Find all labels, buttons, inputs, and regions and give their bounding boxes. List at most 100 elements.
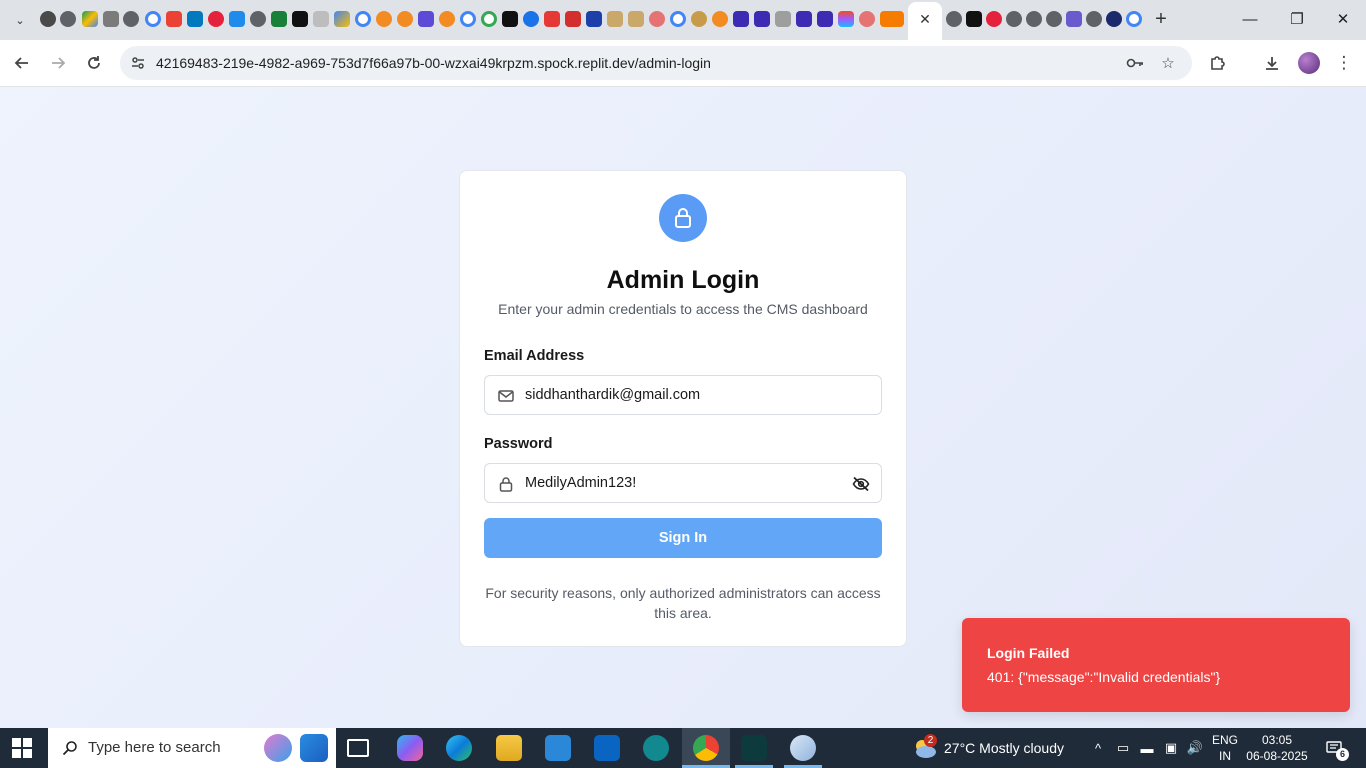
back-icon[interactable] xyxy=(11,52,33,74)
kebab-menu-icon[interactable]: ⋮ xyxy=(1333,52,1355,74)
tab-favicon[interactable] xyxy=(946,11,962,27)
new-tab-button[interactable]: + xyxy=(1150,8,1172,30)
clock[interactable]: 03:05 06-08-2025 xyxy=(1244,732,1310,764)
store-icon[interactable] xyxy=(545,735,571,761)
search-icon xyxy=(60,738,80,758)
file-explorer-icon[interactable] xyxy=(496,735,522,761)
windows-start-icon[interactable] xyxy=(12,738,32,758)
tab-favicon[interactable] xyxy=(859,11,875,27)
tab-favicon[interactable] xyxy=(691,11,707,27)
profile-avatar[interactable] xyxy=(1298,52,1320,74)
tab-favicon[interactable] xyxy=(292,11,308,27)
tab-favicon[interactable] xyxy=(1086,11,1102,27)
tab-favicon[interactable] xyxy=(1106,11,1122,27)
address-bar[interactable]: 42169483-219e-4982-a969-753d7f66a97b-00-… xyxy=(120,46,1192,80)
tab-favicon[interactable] xyxy=(817,11,833,27)
star-icon[interactable]: ☆ xyxy=(1158,53,1178,73)
tab-favicon[interactable] xyxy=(229,11,245,27)
tab-favicon[interactable] xyxy=(418,11,434,27)
tab-favicon[interactable] xyxy=(733,11,749,27)
tab-favicon[interactable] xyxy=(754,11,770,27)
tab-favicon[interactable] xyxy=(82,11,98,27)
tab-favicon[interactable] xyxy=(775,11,791,27)
tab-favicon[interactable] xyxy=(60,11,76,27)
paint-icon[interactable] xyxy=(790,735,816,761)
reload-icon[interactable] xyxy=(83,52,105,74)
tab-favicon[interactable] xyxy=(649,11,665,27)
meet-icon[interactable]: ▭ xyxy=(1114,739,1132,757)
password-label: Password xyxy=(484,436,553,452)
app-icon[interactable] xyxy=(643,735,669,761)
tab-favicon[interactable] xyxy=(586,11,602,27)
battery-icon[interactable]: ▬ xyxy=(1138,739,1156,757)
tab-favicon[interactable] xyxy=(502,11,518,27)
cursor-app-icon[interactable] xyxy=(741,735,767,761)
tab-favicon[interactable] xyxy=(123,11,139,27)
task-view-icon[interactable] xyxy=(347,739,369,757)
tab-favicon[interactable] xyxy=(628,11,644,27)
tab-favicon[interactable] xyxy=(607,11,623,27)
tab-favicon[interactable] xyxy=(1126,11,1142,27)
tab-favicon[interactable] xyxy=(460,11,476,27)
tab-favicon[interactable] xyxy=(544,11,560,27)
tab-favicon[interactable] xyxy=(712,11,728,27)
tab-favicon[interactable] xyxy=(376,11,392,27)
tab-favicon[interactable] xyxy=(888,11,904,27)
puzzle-icon[interactable] xyxy=(1207,52,1229,74)
lock-small-icon xyxy=(497,475,515,493)
tab-favicon[interactable] xyxy=(271,11,287,27)
email-input[interactable] xyxy=(525,376,845,414)
outlook-icon[interactable] xyxy=(594,735,620,761)
download-icon[interactable] xyxy=(1261,52,1283,74)
tab-favicon[interactable] xyxy=(670,11,686,27)
language-indicator[interactable]: ENG IN xyxy=(1210,732,1240,764)
password-field[interactable] xyxy=(484,463,882,503)
tab-strip: ⌄ ✕ + — ❐ ✕ xyxy=(0,0,1366,40)
tab-favicon[interactable] xyxy=(355,11,371,27)
chrome-icon[interactable] xyxy=(693,735,719,761)
tab-favicon[interactable] xyxy=(1006,11,1022,27)
tab-favicon[interactable] xyxy=(40,11,56,27)
tab-favicon[interactable] xyxy=(250,11,266,27)
network-icon[interactable]: ▣ xyxy=(1162,739,1180,757)
password-input[interactable] xyxy=(525,464,845,502)
tab-favicon[interactable] xyxy=(103,11,119,27)
tab-favicon[interactable] xyxy=(481,11,497,27)
url-text[interactable]: 42169483-219e-4982-a969-753d7f66a97b-00-… xyxy=(156,55,711,71)
tab-favicon[interactable] xyxy=(1046,11,1062,27)
tab-search-chevron-icon[interactable]: ⌄ xyxy=(8,9,32,31)
restore-button[interactable]: ❐ xyxy=(1286,8,1308,30)
sign-in-button[interactable]: Sign In xyxy=(484,518,882,558)
tab-favicon[interactable] xyxy=(986,11,1002,27)
close-window-button[interactable]: ✕ xyxy=(1332,8,1354,30)
volume-icon[interactable]: 🔊 xyxy=(1186,739,1204,757)
eye-off-icon[interactable] xyxy=(851,474,871,494)
forward-icon[interactable] xyxy=(47,52,69,74)
tab-favicon[interactable] xyxy=(313,11,329,27)
tab-favicon[interactable] xyxy=(1026,11,1042,27)
taskbar-search[interactable]: Type here to search xyxy=(48,728,336,768)
tab-favicon[interactable] xyxy=(966,11,982,27)
tab-favicon[interactable] xyxy=(397,11,413,27)
minimize-button[interactable]: — xyxy=(1239,8,1261,30)
tab-favicon[interactable] xyxy=(439,11,455,27)
key-icon[interactable] xyxy=(1125,53,1145,73)
copilot-icon[interactable] xyxy=(397,735,423,761)
tune-icon[interactable] xyxy=(128,53,148,73)
edge-icon[interactable] xyxy=(446,735,472,761)
tab-favicon[interactable] xyxy=(187,11,203,27)
email-field[interactable] xyxy=(484,375,882,415)
tab-favicon[interactable] xyxy=(796,11,812,27)
error-toast[interactable]: Login Failed 401: {"message":"Invalid cr… xyxy=(962,618,1350,712)
tab-favicon[interactable] xyxy=(838,11,854,27)
tab-favicon[interactable] xyxy=(208,11,224,27)
tab-favicon[interactable] xyxy=(166,11,182,27)
tab-favicon[interactable] xyxy=(1066,11,1082,27)
tab-favicon[interactable] xyxy=(523,11,539,27)
tab-favicon[interactable] xyxy=(145,11,161,27)
chevron-up-icon[interactable]: ^ xyxy=(1089,739,1107,757)
tab-favicon[interactable] xyxy=(565,11,581,27)
weather-text[interactable]: 27°C Mostly cloudy xyxy=(944,740,1064,756)
tab-close-icon[interactable]: ✕ xyxy=(917,10,933,28)
tab-favicon[interactable] xyxy=(334,11,350,27)
